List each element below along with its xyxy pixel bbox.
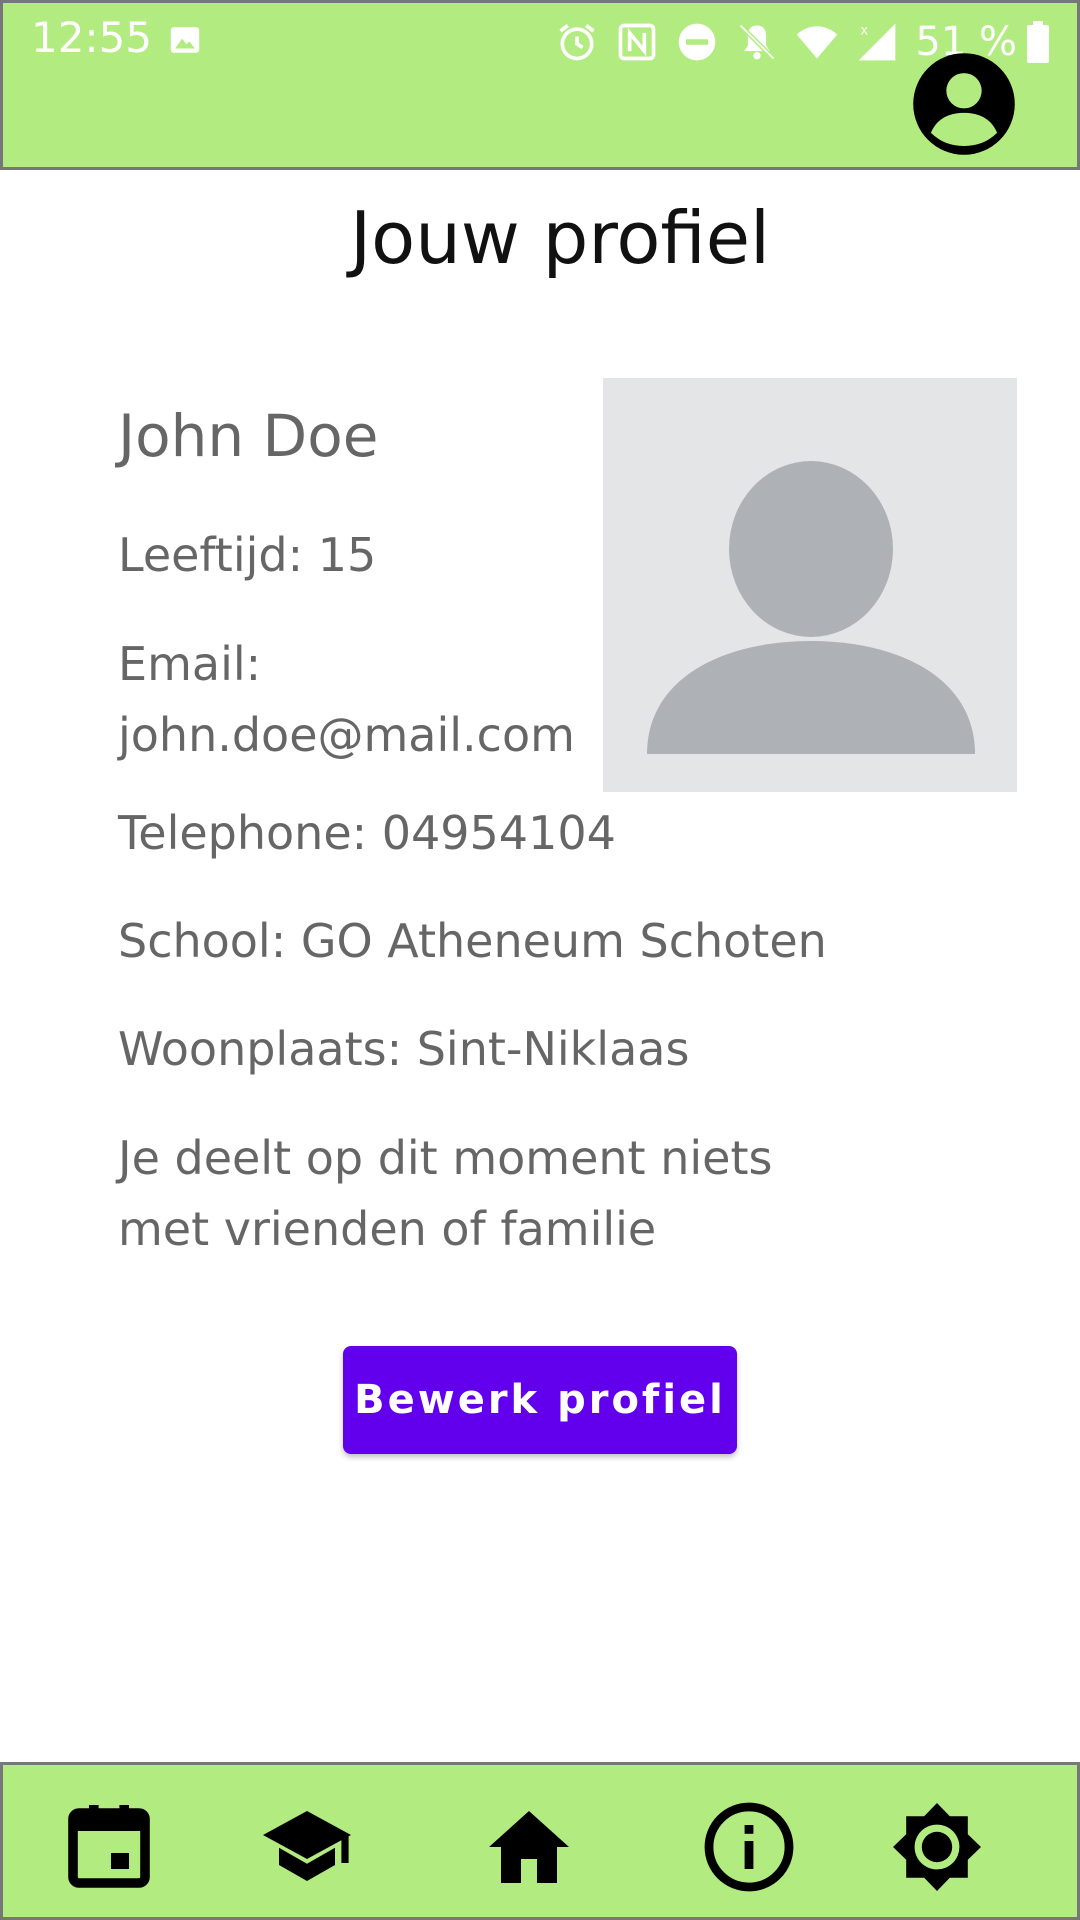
wifi-icon (797, 26, 838, 59)
account-circle-icon[interactable] (911, 51, 1017, 157)
image-icon (170, 27, 200, 53)
info-icon[interactable] (701, 1799, 797, 1895)
profile-avatar (603, 378, 1017, 792)
email-label: Email: (118, 637, 262, 691)
brightness-icon[interactable] (889, 1799, 985, 1895)
graduation-cap-icon[interactable] (259, 1799, 355, 1895)
avatar-placeholder-icon (647, 461, 975, 754)
sharing-status-line-2: met vrienden of familie (118, 1202, 657, 1256)
profile-name: John Doe (118, 402, 379, 470)
age-text: Leeftijd: 15 (118, 528, 377, 582)
home-icon[interactable] (481, 1799, 577, 1895)
edit-profile-button[interactable]: Bewerk profiel (343, 1346, 737, 1454)
residence-text: Woonplaats: Sint-Niklaas (118, 1022, 690, 1076)
email-value: john.doe@mail.com (118, 708, 575, 762)
bell-off-icon (739, 23, 776, 61)
alarm-icon (559, 24, 595, 61)
dnd-icon (679, 23, 716, 61)
school-text: School: GO Atheneum Schoten (118, 914, 827, 968)
signal-icon: x (859, 23, 896, 61)
profile-screen: 12:55 x 51 % Jouw profiel John Doe Leeft… (0, 0, 1080, 1920)
sharing-status-line-1: Je deelt op dit moment niets (118, 1131, 773, 1185)
bottom-navigation (0, 1762, 1080, 1920)
telephone-text: Telephone: 04954104 (118, 806, 616, 860)
calendar-icon[interactable] (61, 1799, 157, 1895)
top-app-bar: 12:55 x 51 % (0, 0, 1080, 170)
svg-text:x: x (861, 24, 869, 39)
page-title: Jouw profiel (349, 196, 771, 280)
status-time: 12:55 (31, 13, 153, 62)
nfc-icon (619, 23, 656, 61)
battery-icon (1027, 21, 1049, 63)
